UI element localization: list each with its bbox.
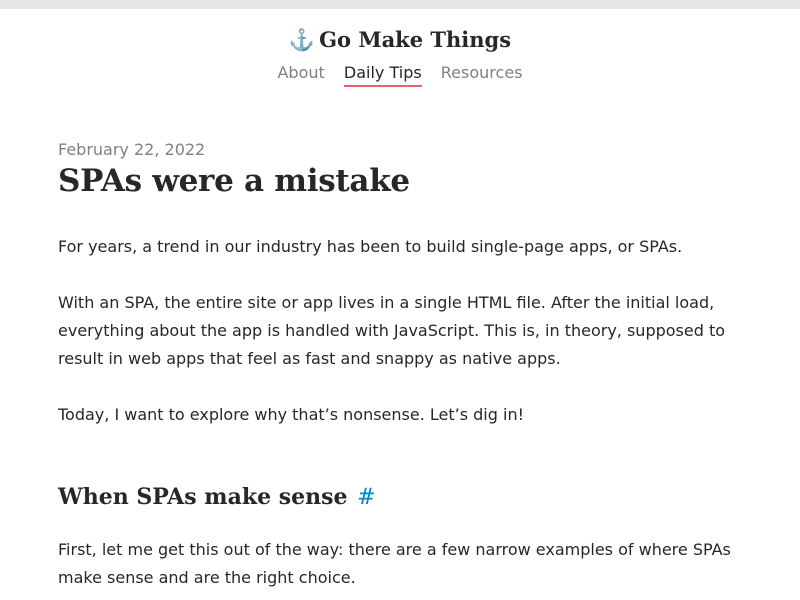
nav-item-daily-tips[interactable]: Daily Tips [343, 62, 422, 87]
section-anchor-link[interactable]: # [357, 485, 375, 510]
article-paragraph-2: With an SPA, the entire site or app live… [58, 293, 726, 368]
article-paragraph-1: For years, a trend in our industry has b… [58, 237, 683, 256]
site-name: Go Make Things [319, 27, 512, 52]
anchor-icon: ⚓ [288, 27, 316, 52]
site-logo-link[interactable]: ⚓ Go Make Things [0, 26, 800, 54]
section-heading: When SPAs make sense # [58, 482, 742, 513]
article-content: February 22, 2022 SPAs were a mistake Fo… [58, 138, 742, 592]
article-title: SPAs were a mistake [58, 163, 410, 199]
browser-top-bar [0, 0, 800, 9]
main-nav: About Daily Tips Resources [0, 62, 800, 87]
section-paragraph: First, let me get this out of the way: t… [58, 540, 731, 587]
article-date: February 22, 2022 [58, 140, 206, 159]
nav-item-about[interactable]: About [277, 62, 324, 84]
nav-item-resources[interactable]: Resources [441, 62, 523, 84]
section-heading-text: When SPAs make sense [58, 484, 348, 510]
article-paragraph-3: Today, I want to explore why that’s nons… [58, 405, 524, 424]
